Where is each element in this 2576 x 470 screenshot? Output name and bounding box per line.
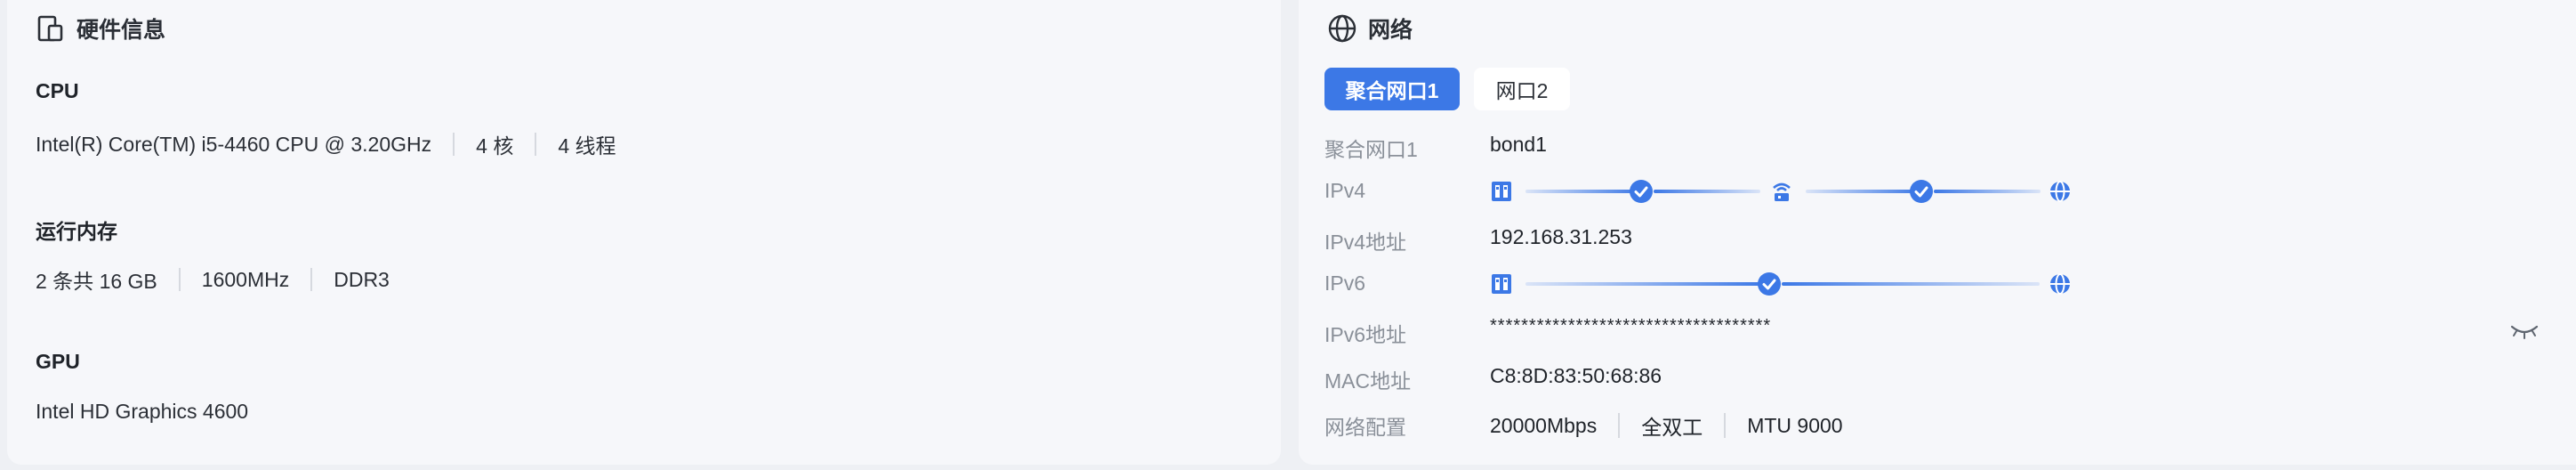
ipv6-connection-path bbox=[1490, 266, 2095, 302]
cpu-cores: 4 核 bbox=[476, 134, 514, 158]
eye-closed-icon[interactable] bbox=[2509, 318, 2540, 343]
ipv4-row: IPv4 bbox=[1324, 174, 2552, 209]
ipv6-address-row: IPv6地址 *********************************… bbox=[1324, 312, 2552, 348]
mac-row: MAC地址 C8:8D:83:50:68:86 bbox=[1324, 359, 2552, 394]
memory-heading: 运行内存 bbox=[36, 220, 117, 243]
check-circle-icon bbox=[1630, 180, 1653, 203]
link-speed: 20000Mbps bbox=[1490, 413, 1598, 437]
ipv6-masked-text: ************************************ bbox=[1490, 316, 1772, 336]
network-config-row: 网络配置 20000Mbps 全双工 MTU 9000 bbox=[1324, 405, 2552, 441]
cpu-model: Intel(R) Core(TM) i5-4460 CPU @ 3.20GHz bbox=[36, 132, 432, 156]
cpu-details: Intel(R) Core(TM) i5-4460 CPU @ 3.20GHz … bbox=[36, 129, 616, 159]
device-icon bbox=[1492, 182, 1511, 201]
cpu-threads: 4 线程 bbox=[558, 134, 616, 158]
memory-capacity: 2 条共 16 GB bbox=[36, 270, 157, 293]
ipv6-row: IPv6 bbox=[1324, 266, 2552, 302]
globe-icon bbox=[2050, 273, 2070, 295]
hardware-card: 硬件信息 CPU Intel(R) Core(TM) i5-4460 CPU @… bbox=[7, 0, 1281, 465]
duplex-mode: 全双工 bbox=[1641, 416, 1703, 439]
divider bbox=[453, 133, 455, 156]
divider bbox=[1618, 413, 1621, 438]
mac-value: C8:8D:83:50:68:86 bbox=[1490, 364, 1662, 387]
ipv6-address-value: ************************************ bbox=[1490, 316, 1772, 338]
cpu-heading: CPU bbox=[36, 79, 79, 102]
ipv4-address-value: 192.168.31.253 bbox=[1490, 225, 1632, 248]
aggregate-label: 聚合网口1 bbox=[1324, 138, 1418, 161]
globe-icon bbox=[1327, 13, 1357, 44]
memory-speed: 1600MHz bbox=[201, 267, 290, 291]
mac-label: MAC地址 bbox=[1324, 369, 1412, 393]
divider bbox=[535, 133, 537, 156]
network-title: 网络 bbox=[1327, 12, 1413, 45]
hardware-title: 硬件信息 bbox=[36, 12, 165, 45]
tab-port-2[interactable]: 网口2 bbox=[1474, 68, 1570, 110]
link-line bbox=[1654, 190, 1760, 193]
hardware-title-text: 硬件信息 bbox=[76, 18, 166, 43]
divider bbox=[1724, 413, 1727, 438]
ipv6-label: IPv6 bbox=[1324, 271, 1366, 295]
link-line bbox=[1525, 190, 1641, 193]
check-circle-icon bbox=[1758, 272, 1781, 296]
network-config-value: 20000Mbps 全双工 MTU 9000 bbox=[1490, 410, 1843, 441]
memory-type: DDR3 bbox=[334, 267, 390, 291]
link-line bbox=[1806, 190, 1921, 193]
ipv4-connection-path bbox=[1490, 174, 2095, 209]
gpu-details: Intel HD Graphics 4600 bbox=[36, 400, 248, 424]
network-card: 网络 聚合网口1 网口2 聚合网口1 bond1 IPv4 IPv4地址 192… bbox=[1299, 0, 2576, 465]
port-tabs: 聚合网口1 网口2 bbox=[1324, 68, 1570, 110]
link-line bbox=[1525, 282, 1766, 286]
mtu-value: MTU 9000 bbox=[1747, 413, 1843, 437]
devices-icon bbox=[36, 13, 66, 44]
check-circle-icon bbox=[1910, 180, 1933, 203]
divider bbox=[178, 268, 181, 291]
aggregate-value: bond1 bbox=[1490, 133, 1547, 156]
gpu-heading: GPU bbox=[36, 350, 80, 373]
ipv4-address-row: IPv4地址 192.168.31.253 bbox=[1324, 220, 2552, 255]
device-icon bbox=[1492, 274, 1511, 294]
gpu-model: Intel HD Graphics 4600 bbox=[36, 400, 249, 423]
ipv6-address-label: IPv6地址 bbox=[1324, 323, 1407, 346]
network-title-text: 网络 bbox=[1368, 18, 1413, 43]
network-config-label: 网络配置 bbox=[1324, 416, 1406, 439]
link-line bbox=[1934, 190, 2041, 193]
globe-icon bbox=[2050, 181, 2070, 202]
ipv4-address-label: IPv4地址 bbox=[1324, 231, 1407, 254]
link-line bbox=[1782, 282, 2040, 286]
aggregate-row: 聚合网口1 bond1 bbox=[1324, 127, 2552, 163]
divider bbox=[310, 268, 313, 291]
router-icon bbox=[1773, 182, 1791, 201]
tab-aggregate-port-1[interactable]: 聚合网口1 bbox=[1324, 68, 1460, 110]
ipv4-label: IPv4 bbox=[1324, 179, 1366, 202]
memory-details: 2 条共 16 GB 1600MHz DDR3 bbox=[36, 264, 390, 295]
